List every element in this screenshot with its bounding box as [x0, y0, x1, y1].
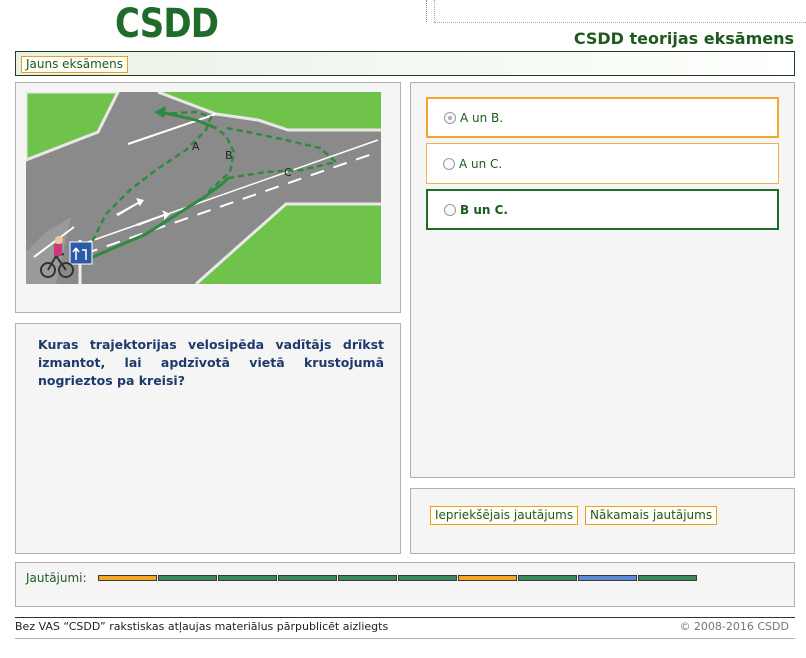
answer-option[interactable]: A un B. — [426, 97, 779, 138]
progress-segment[interactable] — [398, 575, 457, 581]
footer-divider — [15, 638, 795, 639]
progress-segment[interactable] — [638, 575, 697, 581]
previous-question-button[interactable]: Iepriekšējais jautājums — [430, 506, 579, 525]
question-panel: Kuras trajektorijas velosipēda vadītājs … — [15, 323, 401, 554]
question-image-panel: A B C — [15, 82, 401, 313]
progress-label: Jautājumi: — [26, 571, 87, 585]
radio-icon[interactable] — [444, 203, 456, 216]
footer-copyright: © 2008-2016 CSDD — [679, 620, 789, 633]
question-text: Kuras trajektorijas velosipēda vadītājs … — [38, 337, 384, 388]
path-label-c: C — [284, 166, 292, 179]
radio-icon[interactable] — [444, 111, 456, 124]
answer-label: A un C. — [459, 156, 503, 171]
header-decoration — [434, 0, 435, 22]
header: CSDD CSDD teorijas eksāmens — [0, 0, 806, 50]
progress-segment[interactable] — [458, 575, 517, 581]
answer-option[interactable]: A un C. — [426, 143, 779, 184]
header-decoration — [434, 22, 806, 23]
progress-panel: Jautājumi: — [15, 562, 795, 607]
cyclist-body — [54, 244, 62, 256]
progress-segment[interactable] — [338, 575, 397, 581]
path-label-b: B — [225, 149, 233, 162]
footer-divider — [15, 617, 795, 618]
answers-panel: A un B. A un C. B un C. — [410, 82, 795, 478]
lane-sign — [69, 241, 93, 265]
footer-copyright-notice: Bez VAS “CSDD” rakstiskas atļaujas mater… — [15, 620, 389, 633]
progress-segment[interactable] — [278, 575, 337, 581]
toolbar: Jauns eksāmens — [15, 51, 795, 76]
progress-segment[interactable] — [158, 575, 217, 581]
new-exam-button[interactable]: Jauns eksāmens — [21, 56, 129, 73]
navigation-panel: Iepriekšējais jautājums Nākamais jautāju… — [410, 488, 795, 554]
progress-segment[interactable] — [218, 575, 277, 581]
progress-segment[interactable] — [578, 575, 637, 581]
answer-label: A un B. — [460, 110, 504, 125]
question-progress-bar — [98, 575, 698, 581]
progress-segment[interactable] — [518, 575, 577, 581]
answer-option[interactable]: B un C. — [426, 189, 779, 230]
csdd-logo: CSDD — [115, 1, 219, 47]
next-question-button[interactable]: Nākamais jautājums — [585, 506, 718, 525]
radio-icon[interactable] — [443, 157, 455, 170]
progress-segment[interactable] — [98, 575, 157, 581]
answer-label: B un C. — [460, 202, 508, 217]
path-label-a: A — [192, 140, 200, 153]
header-decoration — [426, 0, 427, 22]
app-title: CSDD teorijas eksāmens — [573, 29, 794, 48]
cyclist-head — [55, 236, 63, 244]
intersection-illustration: A B C — [26, 92, 381, 284]
